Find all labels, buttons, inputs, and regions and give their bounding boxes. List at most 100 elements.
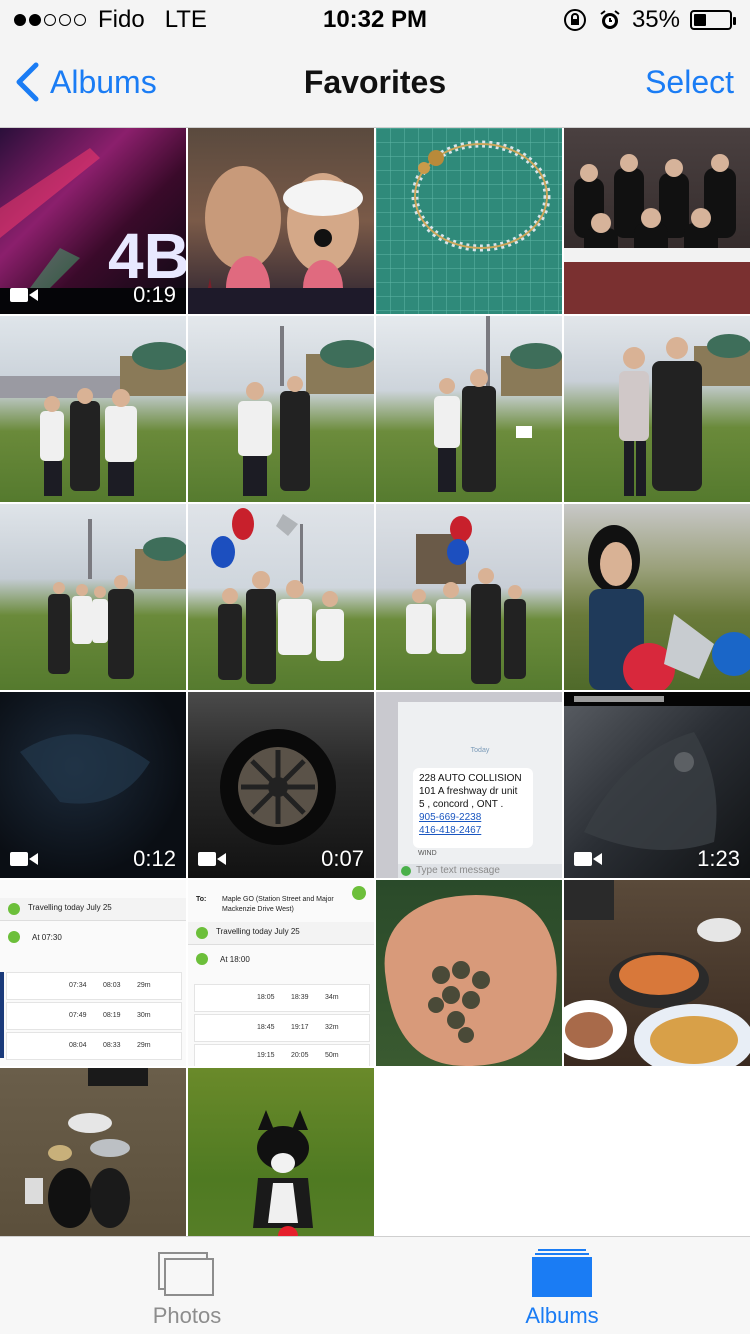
schedule-header: Travelling today July 25	[188, 922, 374, 945]
departure-time: 18:05	[257, 994, 275, 1001]
message-phone-link[interactable]: 905-669-2238	[419, 811, 527, 824]
arrival-time: 08:03	[103, 982, 121, 989]
graduates-scene	[564, 154, 750, 314]
balloons-scene	[211, 508, 344, 684]
video-duration: 0:07	[321, 846, 364, 871]
battery-level-fill	[694, 14, 706, 26]
schedule-header: Travelling today July 25	[0, 898, 186, 921]
photo-thumbnail-graduates-seated[interactable]	[564, 128, 750, 314]
bracelet-scene	[376, 128, 562, 314]
photo-thumbnail-graduation[interactable]	[188, 316, 374, 502]
photo-thumbnail-graduation-balloons[interactable]	[376, 504, 562, 690]
graduation-scene	[0, 342, 186, 496]
select-button[interactable]: Select	[645, 64, 734, 101]
photo-thumbnail-car-wheel-video[interactable]: 0:07	[188, 692, 374, 878]
arrival-time: 18:39	[291, 994, 309, 1001]
message-screen: Today 228 AUTO COLLISION 101 A freshway …	[398, 702, 562, 878]
schedule-row: 19:15 20:05 50m	[194, 1044, 370, 1066]
departure-time: 07:49	[69, 1012, 87, 1019]
status-bar: Fido LTE 10:32 PM 35%	[0, 0, 750, 40]
video-camera-icon	[10, 852, 38, 866]
departure-time: 19:15	[257, 1052, 275, 1059]
duration: 29m	[137, 982, 151, 989]
destination-line: Mackenzie Drive West)	[222, 906, 294, 913]
duration: 30m	[137, 1012, 151, 1019]
swap-icon[interactable]	[352, 886, 366, 900]
hand-scene	[384, 895, 557, 1066]
battery-tip	[733, 17, 736, 25]
battery-percentage: 35%	[631, 6, 680, 33]
video-camera-icon	[198, 852, 226, 866]
photo-thumbnail-graduation[interactable]	[376, 316, 562, 502]
rotation-lock-icon	[563, 9, 586, 31]
video-camera-icon	[10, 288, 38, 302]
photo-thumbnail-graduation-group[interactable]	[0, 504, 186, 690]
photo-thumbnail-transit-schedule[interactable]: To: Maple GO (Station Street and Major M…	[188, 880, 374, 1066]
clock-icon	[8, 931, 20, 943]
message-date: Today	[470, 747, 490, 754]
tab-photos[interactable]: Photos	[97, 1237, 277, 1335]
photos-stack-icon	[158, 1252, 214, 1296]
schedule-time-row: At 07:30	[0, 928, 186, 948]
photo-thumbnail-food-table[interactable]	[564, 880, 750, 1066]
departure-time: 08:04	[69, 1042, 87, 1049]
status-right: 35%	[562, 6, 736, 34]
photo-thumbnail-shoes-cans[interactable]	[0, 1068, 186, 1254]
schedule-row: 07:34 08:03 29m	[6, 972, 182, 1000]
video-duration: 0:19	[133, 282, 176, 307]
message-line: 5 , concord , ONT .	[419, 799, 504, 810]
albums-stack-icon	[532, 1249, 592, 1297]
page-title: Favorites	[303, 64, 447, 100]
schedule-date: Travelling today July 25	[28, 903, 112, 912]
message-line: 228 AUTO COLLISION	[419, 773, 522, 784]
photo-thumbnail-concert-video[interactable]: 4B 0:19	[0, 128, 186, 314]
message-sender: WIND	[418, 850, 437, 857]
photo-thumbnail-transit-schedule[interactable]: Travelling today July 25 At 07:30 07:34 …	[0, 880, 186, 1066]
message-line: 101 A freshway dr unit	[419, 786, 518, 797]
photo-thumbnail-girl-balloons[interactable]	[564, 504, 750, 690]
photo-thumbnail-tea-in-hand[interactable]	[376, 880, 562, 1066]
photo-thumbnail-dog-lawn[interactable]	[188, 1068, 374, 1254]
schedule-date: Travelling today July 25	[216, 927, 300, 936]
arrival-time: 08:19	[103, 1012, 121, 1019]
photo-thumbnail-selfie[interactable]	[188, 128, 374, 314]
arrival-time: 08:33	[103, 1042, 121, 1049]
schedule-time-row: At 18:00	[188, 950, 374, 970]
departure-time: 18:45	[257, 1024, 275, 1031]
schedule-destination: To: Maple GO (Station Street and Major M…	[196, 884, 366, 918]
clock-icon	[196, 953, 208, 965]
tab-photos-label: Photos	[152, 1303, 222, 1328]
photo-thumbnail-graduation[interactable]	[564, 316, 750, 502]
destination-line: Maple GO (Station Street and Major	[222, 896, 334, 903]
duration: 32m	[325, 1024, 339, 1031]
schedule-time: At 07:30	[32, 933, 62, 942]
duration: 50m	[325, 1052, 339, 1059]
arrival-time: 20:05	[291, 1052, 309, 1059]
photo-thumbnail-graduation[interactable]	[0, 316, 186, 502]
tab-albums[interactable]: Albums	[472, 1237, 652, 1335]
balloons-scene	[406, 516, 526, 684]
schedule-side-stripe	[0, 972, 4, 1058]
battery-icon	[690, 10, 736, 30]
video-duration: 0:12	[133, 846, 176, 871]
graduation-scene	[48, 519, 186, 679]
message-phone-link[interactable]: 416-418-2467	[419, 824, 527, 837]
destination-label: To:	[196, 896, 207, 903]
photo-thumbnail-text-message[interactable]: Today 228 AUTO COLLISION 101 A freshway …	[376, 692, 562, 878]
girl-balloons-scene	[588, 525, 750, 690]
add-icon	[401, 866, 411, 876]
schedule-row: 18:45 19:17 32m	[194, 1014, 370, 1042]
schedule-row: 07:49 08:19 30m	[6, 1002, 182, 1030]
arrival-time: 19:17	[291, 1024, 309, 1031]
duration: 34m	[325, 994, 339, 1001]
tab-albums-label: Albums	[525, 1303, 599, 1328]
photo-thumbnail-bracelet[interactable]	[376, 128, 562, 314]
photo-thumbnail-graduation-balloons[interactable]	[188, 504, 374, 690]
selfie-scene	[188, 166, 374, 314]
photo-thumbnail-dark-video[interactable]: 0:12	[0, 692, 186, 878]
graduation-scene	[238, 326, 374, 496]
navigation-bar: Albums Favorites Select	[0, 40, 750, 128]
calendar-icon	[196, 927, 208, 939]
alarm-icon	[600, 10, 620, 29]
photo-thumbnail-night-camera-video[interactable]: 1:23	[564, 692, 750, 878]
